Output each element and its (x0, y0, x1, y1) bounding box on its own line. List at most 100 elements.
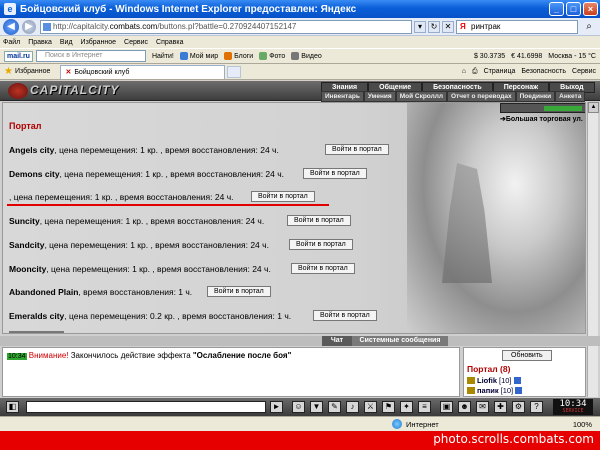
mailru-logo[interactable]: mail.ru (4, 50, 33, 62)
menu-help[interactable]: Справка (156, 39, 183, 46)
tab-close-icon[interactable]: ✕ (65, 66, 71, 79)
info-icon[interactable] (515, 387, 523, 394)
url-rest: /buttons.pl?battle=0.270924407152147 (157, 21, 297, 31)
scroll-icon[interactable]: ≡ (418, 401, 431, 413)
tab-chat[interactable]: Чат (322, 336, 352, 346)
menu-view[interactable]: Вид (60, 39, 73, 46)
new-tab-button[interactable] (227, 65, 242, 78)
favorites-star-icon[interactable]: ★ (4, 66, 13, 77)
zoom-level[interactable]: 100% (573, 420, 592, 429)
panel-divider (9, 331, 64, 333)
settings-icon[interactable]: ⚙ (512, 401, 525, 413)
chat-options-icon[interactable]: ◧ (6, 401, 19, 413)
enter-portal-button[interactable]: Войти в портал (207, 286, 271, 297)
map-icon[interactable]: ✦ (400, 401, 413, 413)
menu-edit[interactable]: Правка (28, 39, 52, 46)
favorites-button[interactable]: Избранное (15, 68, 50, 75)
url-input[interactable]: http://capitalcity.combats.com/buttons.p… (40, 19, 412, 34)
city-name: Demons city (9, 169, 60, 179)
address-tools: ▾ ↻ ✕ (414, 20, 454, 33)
enter-portal-button[interactable]: Войти в портал (325, 144, 389, 155)
video-button[interactable]: Видео (291, 52, 322, 60)
enter-portal-button[interactable]: Войти в портал (289, 239, 353, 250)
refresh-button[interactable]: Обновить (502, 350, 552, 361)
enter-portal-button[interactable]: Войти в портал (313, 310, 377, 321)
chat-time: 10:34 (7, 353, 27, 360)
refresh-icon[interactable]: ↻ (428, 20, 440, 33)
room-users-panel: Обновить Портал (8) Liofik [10] папик [10] (463, 347, 586, 397)
forward-button[interactable]: ▶ (22, 19, 36, 34)
menu-inventory[interactable]: Инвентарь (321, 91, 364, 102)
city-name: Mooncity (9, 264, 47, 274)
game-logo-text: CAPITALCITY (30, 83, 120, 97)
page-scrollbar[interactable]: ▲ (587, 102, 599, 397)
tab-system-messages[interactable]: Системные сообщения (352, 336, 448, 346)
yandex-search-input[interactable]: Я ринтрак (456, 19, 578, 34)
tab-combats[interactable]: ✕ Бойцовский клуб (60, 64, 226, 79)
url-domain: combats.com (109, 21, 158, 31)
menu-profile[interactable]: Анкета (555, 91, 586, 102)
send-icon[interactable]: ► (270, 401, 283, 413)
friends-icon[interactable]: ☻ (458, 401, 471, 413)
enter-portal-button[interactable]: Войти в портал (291, 263, 355, 274)
yandex-search-value: ринтрак (471, 21, 501, 31)
health-fill (544, 106, 582, 111)
city-name: Sandcity (9, 240, 45, 250)
enter-portal-button[interactable]: Войти в портал (251, 191, 315, 202)
attack-icon[interactable]: ⚔ (364, 401, 377, 413)
my-world-button[interactable]: Мой мир (179, 52, 218, 60)
enter-portal-button[interactable]: Войти в портал (303, 168, 367, 179)
sound-icon[interactable]: ♪ (346, 401, 359, 413)
stop-icon[interactable]: ✕ (442, 20, 454, 33)
menu-file[interactable]: Файл (3, 39, 20, 46)
menu-skills[interactable]: Умения (363, 91, 396, 102)
city-name: Emeralds city (9, 311, 65, 321)
chat-input[interactable] (26, 401, 266, 413)
mailru-search-input[interactable]: Поиск в Интернет (35, 50, 146, 62)
photo-icon (259, 52, 268, 60)
tab-label: Бойцовский клуб (74, 68, 130, 76)
filter-icon[interactable]: ▼ (310, 401, 323, 413)
menu-my-scroll[interactable]: Мой Скроллл (395, 91, 447, 102)
close-button[interactable]: × (583, 2, 598, 16)
maximize-button[interactable]: □ (566, 2, 581, 16)
watermark-text: photo.scrolls.combats.com (433, 432, 594, 446)
walk-icon[interactable]: ⚑ (382, 401, 395, 413)
smile-icon[interactable]: ☺ (292, 401, 305, 413)
photo-button[interactable]: Фото (259, 52, 285, 60)
minimize-button[interactable]: _ (549, 2, 564, 16)
tools-menu[interactable]: Сервис (572, 68, 596, 75)
internet-zone: Интернет (406, 419, 439, 429)
inventory-icon[interactable]: ▣ (440, 401, 453, 413)
location-link[interactable]: ➔Большая торговая ул. (500, 115, 583, 123)
chat-effect: "Ослабление после боя" (192, 351, 292, 360)
home-icon[interactable]: ⌂ (462, 68, 466, 75)
blogs-button[interactable]: Блоги (224, 52, 253, 60)
menu-battles[interactable]: Поединки (515, 91, 556, 102)
clear-icon[interactable]: ✎ (328, 401, 341, 413)
user-item[interactable]: Liofik [10] (467, 376, 521, 385)
quests-icon[interactable]: ✚ (494, 401, 507, 413)
menu-transfers[interactable]: Отчет о переводах (447, 91, 516, 102)
info-icon[interactable] (513, 377, 521, 384)
portal-row: , цена перемещения: 1 кр. , время восста… (9, 192, 234, 202)
security-menu[interactable]: Безопасность (521, 68, 566, 75)
back-button[interactable]: ◀ (3, 18, 19, 35)
menu-favorites[interactable]: Избранное (81, 39, 116, 46)
portal-row: Demons city, цена перемещения: 1 кр. , в… (9, 169, 284, 179)
mail-icon[interactable]: ✉ (476, 401, 489, 413)
print-icon[interactable]: ⎙ (472, 68, 478, 76)
scroll-up-icon[interactable]: ▲ (588, 102, 599, 113)
find-button[interactable]: Найти! (152, 53, 174, 60)
page-menu[interactable]: Страница (484, 68, 516, 75)
dropdown-icon[interactable]: ▾ (414, 20, 426, 33)
chat-warning: Внимание! (28, 351, 69, 360)
help-icon[interactable]: ? (530, 401, 543, 413)
search-icon[interactable]: ⌕ (582, 20, 596, 34)
user-name: Liofik (477, 376, 497, 385)
user-item[interactable]: папик [10] (467, 386, 523, 395)
portal-row: Mooncity, цена перемещения: 1 кр. , врем… (9, 264, 271, 274)
my-world-icon (179, 52, 188, 60)
enter-portal-button[interactable]: Войти в портал (287, 215, 351, 226)
menu-tools[interactable]: Сервис (124, 39, 148, 46)
